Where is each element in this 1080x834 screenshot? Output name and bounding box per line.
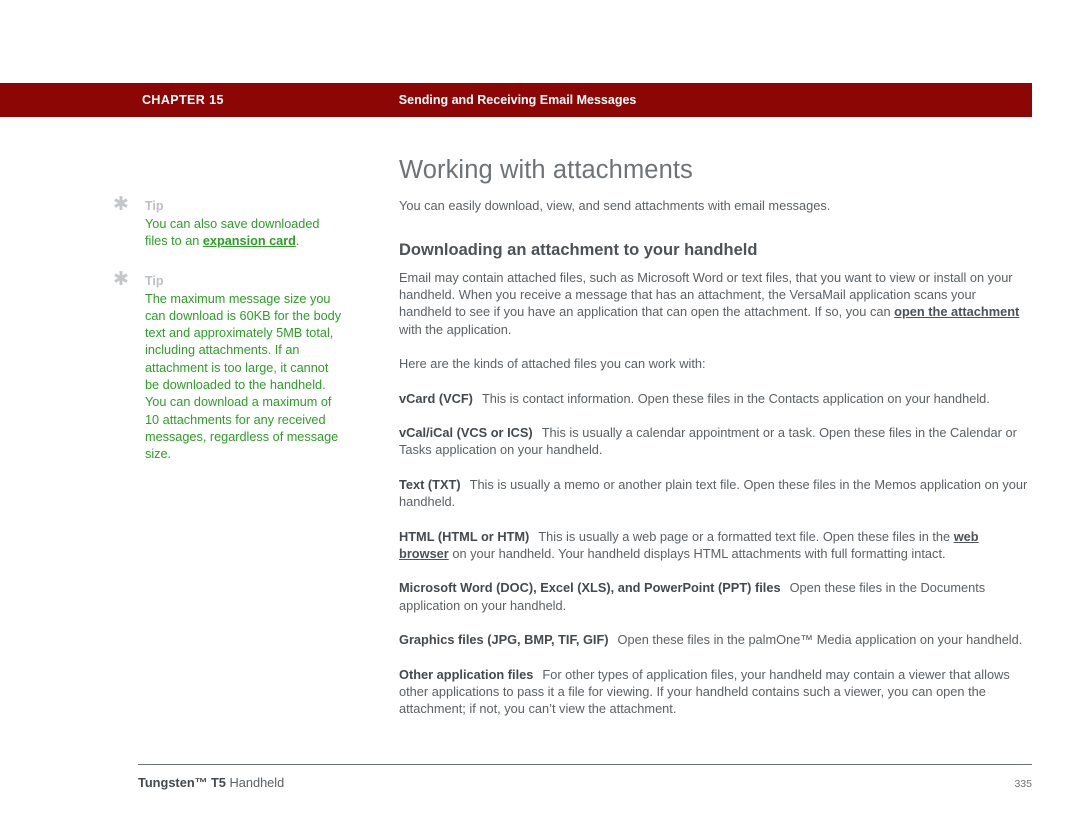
file-type-desc: This is usually a web page or a formatte…: [538, 528, 954, 544]
file-type-item: HTML (HTML or HTM) This is usually a web …: [399, 528, 1031, 563]
page-title: Working with attachments: [399, 156, 693, 184]
file-type-term: Graphics files (JPG, BMP, TIF, GIF): [399, 632, 609, 648]
file-type-term: HTML (HTML or HTM): [399, 528, 530, 544]
tip-text: The maximum message size you can downloa…: [145, 291, 343, 464]
chapter-label: CHAPTER 15: [142, 93, 224, 107]
product-name-rest: Handheld: [225, 775, 285, 790]
file-type-term: vCal/iCal (VCS or ICS): [399, 424, 533, 440]
tip-block: ✱ Tip The maximum message size you can d…: [113, 267, 343, 464]
asterisk-icon: ✱: [113, 193, 129, 215]
file-type-desc: This is usually a memo or another plain …: [399, 476, 1028, 510]
main-column: Working with attachments You can easily …: [399, 155, 1031, 735]
running-header-title: Sending and Receiving Email Messages: [398, 93, 637, 107]
file-type-desc: Open these files in the palmOne™ Media a…: [617, 632, 1023, 648]
tip-block: ✱ Tip You can also save downloaded files…: [113, 193, 343, 251]
tip-text-after: .: [295, 234, 300, 249]
intro-paragraph: You can easily download, view, and send …: [399, 198, 831, 213]
file-type-item: vCard (VCF) This is contact information. …: [399, 390, 1031, 407]
file-type-term: Text (TXT): [399, 476, 461, 492]
open-the-attachment-link[interactable]: open the attachment: [894, 304, 1019, 319]
file-type-item: vCal/iCal (VCS or ICS) This is usually a …: [399, 424, 1031, 459]
expansion-card-link[interactable]: expansion card: [203, 234, 296, 248]
file-type-term: Other application files: [399, 666, 534, 682]
page-number: 335: [1014, 778, 1032, 790]
file-type-desc-cont: on your handheld. Your handheld displays…: [448, 545, 946, 561]
list-lead-paragraph: Here are the kinds of attached files you…: [399, 356, 706, 372]
file-type-desc: This is contact information. Open these …: [481, 390, 990, 406]
file-type-term: Microsoft Word (DOC), Excel (XLS), and P…: [399, 580, 781, 596]
product-name: Tungsten™ T5 Handheld: [138, 775, 284, 790]
file-type-item: Other application files For other types o…: [399, 666, 1031, 718]
file-type-item: Text (TXT) This is usually a memo or anot…: [399, 476, 1031, 511]
file-type-item: Graphics files (JPG, BMP, TIF, GIF) Open …: [399, 631, 1031, 648]
page-content: ✱ Tip You can also save downloaded files…: [0, 117, 1080, 834]
tip-text-before: The maximum message size you can downloa…: [145, 291, 342, 462]
footer-row: Tungsten™ T5 Handheld 335: [138, 775, 1032, 790]
section-paragraph: Email may contain attached files, such a…: [399, 269, 1031, 339]
section-heading: Downloading an attachment to your handhe…: [399, 240, 758, 259]
file-type-term: vCard (VCF): [399, 390, 473, 406]
product-name-bold: Tungsten™ T5: [138, 775, 226, 790]
running-header-bar: CHAPTER 15 Sending and Receiving Email M…: [0, 83, 1032, 117]
tip-text: You can also save downloaded files to an…: [145, 216, 343, 251]
footer-divider: [138, 764, 1032, 765]
section-paragraph-part-b: with the application.: [399, 321, 512, 337]
asterisk-icon: ✱: [113, 267, 129, 290]
file-type-item: Microsoft Word (DOC), Excel (XLS), and P…: [399, 579, 1031, 614]
tip-label: Tip: [145, 199, 164, 213]
sidebar-tips: ✱ Tip You can also save downloaded files…: [113, 193, 343, 486]
page-footer: Tungsten™ T5 Handheld 335: [138, 764, 1032, 790]
tip-label: Tip: [145, 273, 164, 288]
